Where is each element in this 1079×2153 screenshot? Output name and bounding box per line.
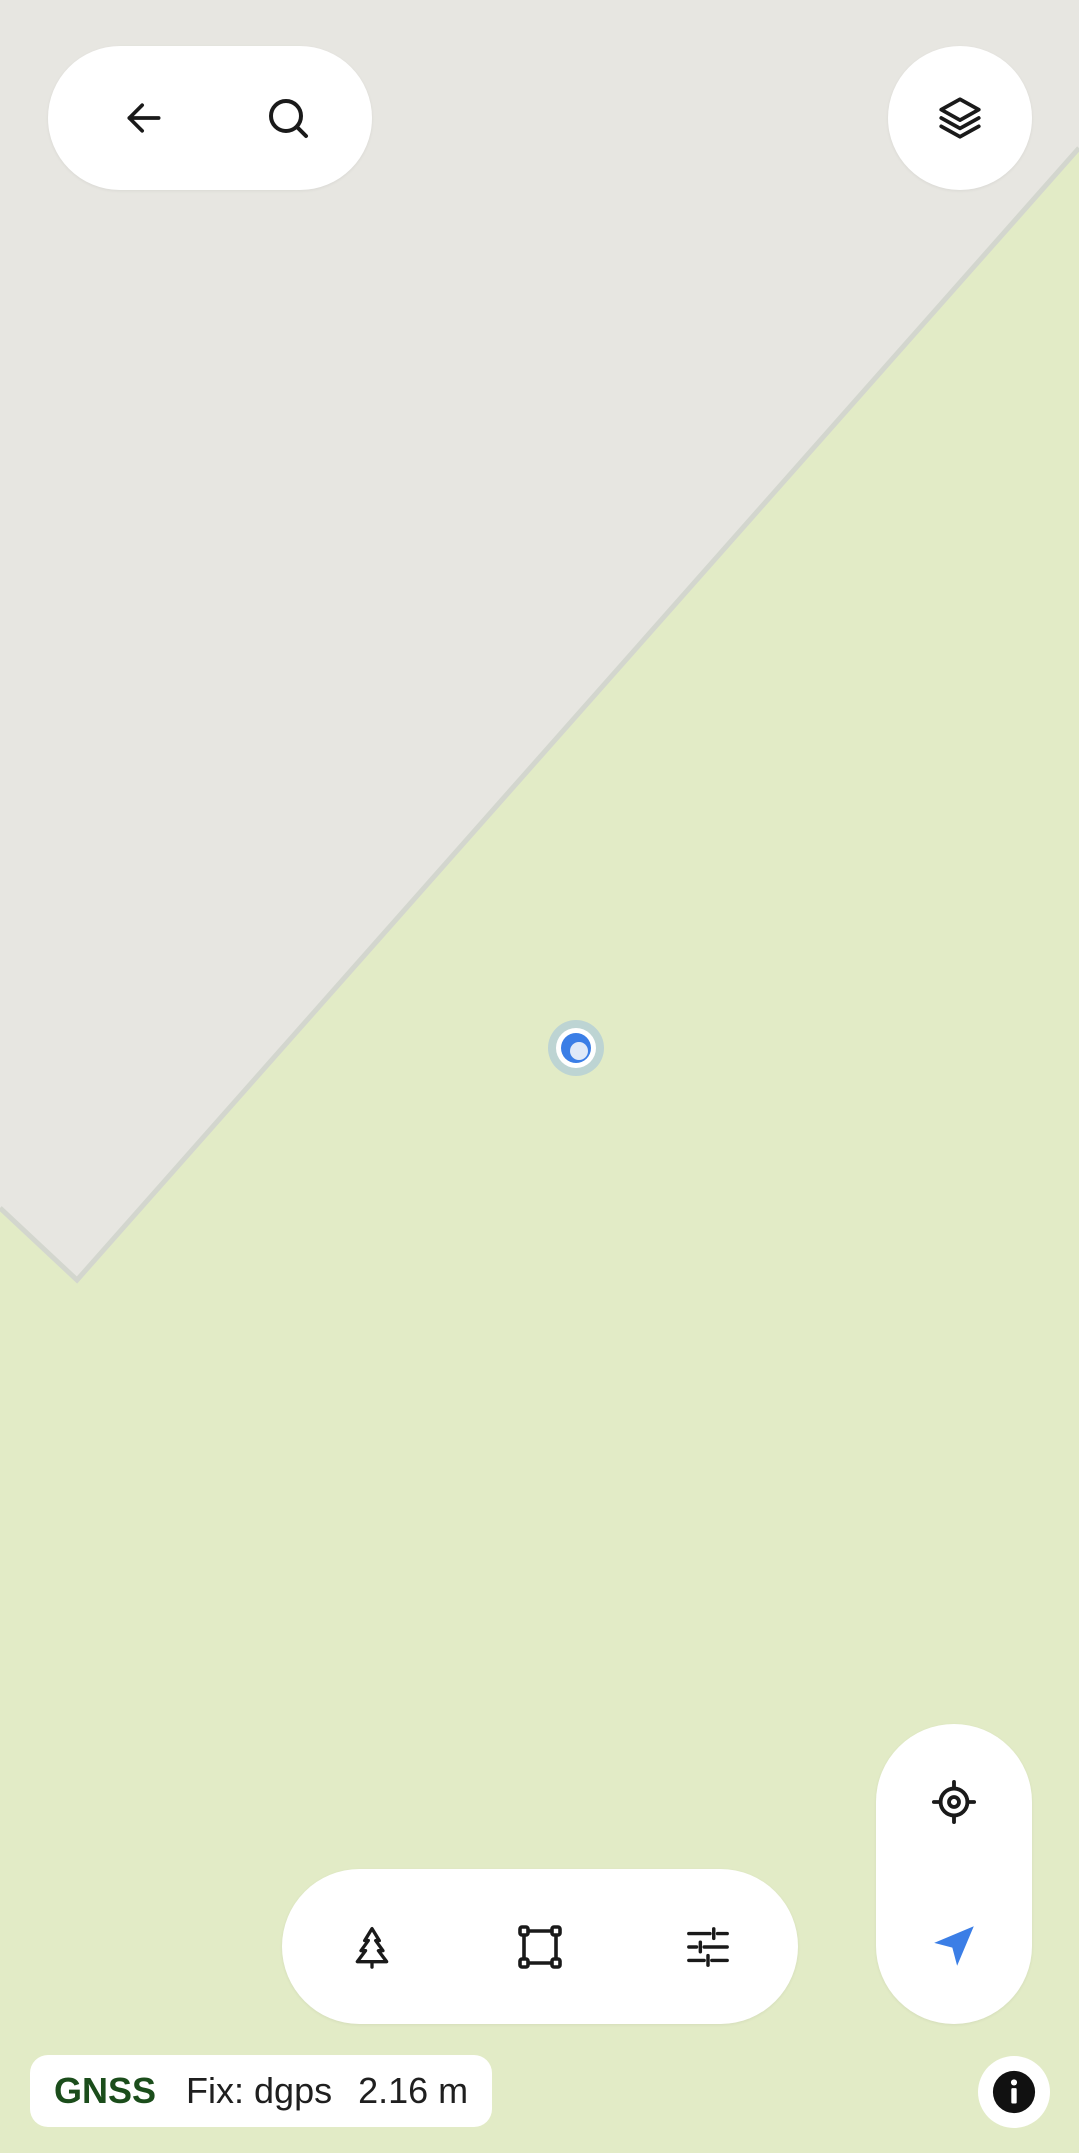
- info-button[interactable]: [978, 2056, 1050, 2128]
- map-screen: GNSS Fix: dgps 2.16 m: [0, 0, 1079, 2153]
- gnss-status-badge[interactable]: GNSS Fix: dgps 2.16 m: [30, 2055, 493, 2127]
- filter-settings-button[interactable]: [658, 1897, 758, 1997]
- top-navigation-pill: [48, 46, 372, 190]
- search-button[interactable]: [238, 68, 338, 168]
- sliders-icon: [687, 1927, 729, 1967]
- search-icon: [269, 99, 308, 138]
- gnss-label: GNSS: [54, 2070, 157, 2111]
- location-controls-pill: [876, 1724, 1032, 2024]
- center-on-location-button[interactable]: [904, 1752, 1004, 1852]
- polygon-select-icon: [518, 1925, 562, 1969]
- location-dot: [556, 1028, 596, 1068]
- current-location-marker: [548, 1020, 604, 1076]
- gnss-fix-text: Fix: dgps: [186, 2070, 333, 2111]
- polygon-select-button[interactable]: [490, 1897, 590, 1997]
- location-heading-indicator: [570, 1042, 588, 1060]
- crosshair-target-icon: [931, 1779, 977, 1825]
- navigation-arrow-icon: [934, 1926, 974, 1966]
- layers-button[interactable]: [888, 46, 1032, 190]
- map-tools-pill: [282, 1869, 798, 2024]
- arrow-left-icon: [127, 103, 161, 133]
- tree-button[interactable]: [322, 1897, 422, 1997]
- info-icon: [992, 2070, 1036, 2114]
- gnss-accuracy-text: 2.16 m: [358, 2070, 469, 2111]
- tree-icon: [355, 1927, 389, 1969]
- back-button[interactable]: [94, 68, 194, 168]
- layers-icon: [939, 97, 981, 139]
- navigate-button[interactable]: [904, 1896, 1004, 1996]
